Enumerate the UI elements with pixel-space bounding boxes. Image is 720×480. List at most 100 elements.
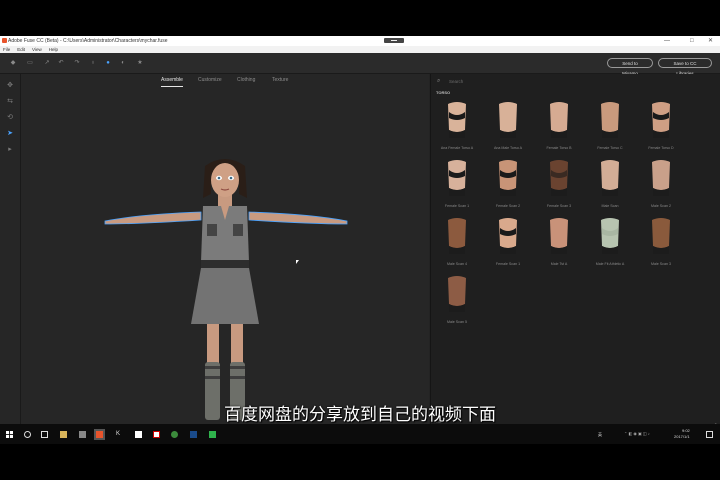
torso-item[interactable]: Male Scan 2 bbox=[643, 158, 679, 214]
menu-help[interactable]: Help bbox=[49, 47, 58, 52]
torso-thumbnail bbox=[547, 216, 571, 258]
torso-item[interactable]: Female Torso B bbox=[541, 100, 577, 156]
tab-customize[interactable]: Customize bbox=[198, 77, 222, 83]
torso-label: Male Scan 3 bbox=[651, 262, 671, 266]
send-to-mixamo-button[interactable]: Send to Mixamo bbox=[607, 58, 653, 76]
rotate-icon[interactable]: ⟲ bbox=[6, 114, 14, 122]
torso-label: Male Scan bbox=[601, 204, 619, 208]
task-view-icon[interactable] bbox=[41, 431, 48, 438]
torso-item[interactable]: Ana Male Torso A bbox=[490, 100, 526, 156]
file-explorer-icon[interactable] bbox=[60, 431, 67, 438]
torso-thumbnail bbox=[445, 274, 469, 316]
torso-item[interactable]: Female Scan 3 bbox=[541, 158, 577, 214]
torso-thumbnail bbox=[496, 100, 520, 142]
light-icon[interactable]: ♁ bbox=[90, 60, 96, 66]
torso-item[interactable]: Female Torso C bbox=[592, 100, 628, 156]
menu-edit[interactable]: Edit bbox=[17, 47, 25, 52]
letterbox-bottom bbox=[0, 444, 720, 480]
export-icon[interactable]: ↗ bbox=[44, 60, 50, 66]
clock-date[interactable]: 2017/1/1 bbox=[674, 434, 690, 439]
star-icon[interactable]: ★ bbox=[137, 60, 143, 66]
windows-taskbar: K 英 ⌃ ◧ ◉ ▣ ◫ ♪ 9:02 2017/1/1 bbox=[0, 424, 720, 444]
torso-label: Female Torso B bbox=[546, 146, 572, 150]
asset-panel: ⌕ Search TORSO Ana Female Torso A Ana Ma… bbox=[430, 74, 720, 444]
torso-thumbnail bbox=[445, 158, 469, 200]
3d-viewport[interactable]: Assemble Customize Clothing Texture bbox=[21, 74, 429, 444]
torso-label: Female Torso D bbox=[648, 146, 674, 150]
torso-thumbnail bbox=[496, 158, 520, 200]
torso-item[interactable]: Female Scan 2 bbox=[490, 158, 526, 214]
pose-icon[interactable]: ▸ bbox=[6, 146, 14, 154]
menu-view[interactable]: View bbox=[32, 47, 42, 52]
app-icon-2[interactable]: K bbox=[116, 431, 123, 438]
torso-item[interactable]: Female Torso D bbox=[643, 100, 679, 156]
torso-thumbnail bbox=[598, 158, 622, 200]
torso-thumbnail bbox=[547, 100, 571, 142]
cortana-icon[interactable] bbox=[24, 431, 31, 438]
windows-start-icon[interactable] bbox=[6, 431, 13, 438]
active-tab-indicator bbox=[161, 86, 183, 87]
app-icon-3[interactable] bbox=[135, 431, 142, 438]
torso-item[interactable]: Ana Female Torso A bbox=[439, 100, 475, 156]
asset-search[interactable]: ⌕ Search bbox=[437, 77, 717, 87]
torso-item[interactable]: Male Tst A bbox=[541, 216, 577, 272]
app-icon-5[interactable] bbox=[190, 431, 197, 438]
app-icon-4[interactable] bbox=[153, 431, 160, 438]
fuse-taskbar-icon[interactable] bbox=[94, 429, 105, 440]
clock-time[interactable]: 9:02 bbox=[682, 428, 690, 433]
torso-item[interactable]: Male Fit Athletic A bbox=[592, 216, 628, 272]
save-icon[interactable]: ▭ bbox=[27, 60, 33, 66]
app-icon-1[interactable] bbox=[79, 431, 86, 438]
torso-label: Male Scan 4 bbox=[447, 262, 467, 266]
torso-item[interactable]: Female Scan 1 bbox=[439, 158, 475, 214]
torso-thumbnail bbox=[598, 216, 622, 258]
chrome-icon[interactable] bbox=[171, 431, 178, 438]
wechat-icon[interactable] bbox=[209, 431, 216, 438]
character-model[interactable] bbox=[101, 154, 351, 434]
maximize-button[interactable]: □ bbox=[690, 36, 694, 46]
window-title: Adobe Fuse CC (Beta) - C:\Users\Administ… bbox=[8, 38, 168, 44]
render-icon[interactable]: ● bbox=[105, 60, 111, 66]
torso-item[interactable]: Male Scan 3 bbox=[643, 216, 679, 272]
left-tool-bar: ✥ ⇆ ⟲ ➤ ▸ bbox=[0, 74, 21, 444]
app-screen: Adobe Fuse CC (Beta) - C:\Users\Administ… bbox=[0, 36, 720, 444]
torso-thumbnail bbox=[496, 216, 520, 258]
close-button[interactable]: ✕ bbox=[708, 36, 713, 46]
video-subtitle: 百度网盘的分享放到自己的视频下面 bbox=[224, 405, 496, 425]
redo-icon[interactable]: ↷ bbox=[74, 60, 80, 66]
mouse-cursor-icon bbox=[296, 260, 299, 264]
window-badge: ▬▬ bbox=[384, 38, 404, 43]
notification-icon[interactable] bbox=[706, 431, 713, 438]
sphere-icon[interactable]: ◐ bbox=[120, 60, 126, 66]
torso-label: Female Scan 1 bbox=[444, 204, 470, 208]
minimize-button[interactable]: — bbox=[664, 36, 670, 46]
mode-tabs: Assemble Customize Clothing Texture bbox=[21, 74, 429, 88]
torso-thumbnail bbox=[649, 100, 673, 142]
tray-icons[interactable]: ⌃ ◧ ◉ ▣ ◫ ♪ bbox=[624, 431, 650, 436]
input-language[interactable]: 英 bbox=[598, 432, 602, 438]
torso-item[interactable]: Female Scan 1 bbox=[490, 216, 526, 272]
pan-icon[interactable]: ⇆ bbox=[6, 98, 14, 106]
save-to-cc-libraries-button[interactable]: Save to CC Libraries bbox=[658, 58, 712, 76]
torso-thumbnail bbox=[598, 100, 622, 142]
select-icon[interactable]: ➤ bbox=[6, 130, 14, 138]
torso-thumbnail bbox=[445, 216, 469, 258]
tab-texture[interactable]: Texture bbox=[272, 77, 288, 83]
torso-label: Female Scan 3 bbox=[546, 204, 572, 208]
undo-icon[interactable]: ↶ bbox=[58, 60, 64, 66]
torso-label: Male Scan 5 bbox=[447, 320, 467, 324]
torso-thumbnail bbox=[445, 100, 469, 142]
torso-item[interactable]: Male Scan 5 bbox=[439, 274, 475, 330]
tab-assemble[interactable]: Assemble bbox=[161, 77, 183, 83]
move-icon[interactable]: ✥ bbox=[6, 82, 14, 90]
torso-item[interactable]: Male Scan bbox=[592, 158, 628, 214]
menu-file[interactable]: File bbox=[3, 47, 10, 52]
torso-label: Male Fit Athletic A bbox=[595, 262, 625, 266]
tab-clothing[interactable]: Clothing bbox=[237, 77, 255, 83]
torso-thumbnail bbox=[547, 158, 571, 200]
torso-item[interactable]: Male Scan 4 bbox=[439, 216, 475, 272]
torso-thumbnail bbox=[649, 158, 673, 200]
search-input[interactable]: Search bbox=[449, 79, 463, 84]
torso-label: Male Tst A bbox=[550, 262, 568, 266]
home-icon[interactable]: ◆ bbox=[10, 60, 16, 66]
